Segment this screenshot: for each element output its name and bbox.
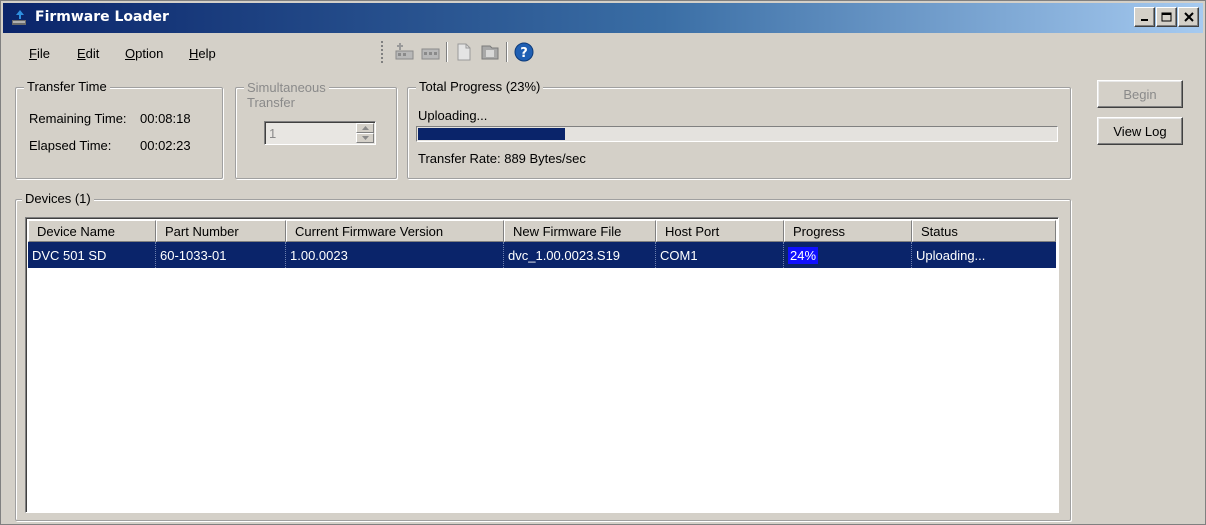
remaining-time-value: 00:08:18 [140,111,191,126]
column-device-name[interactable]: Device Name [28,220,156,242]
remove-device-button[interactable] [417,40,443,64]
firmware-loader-window: Firmware Loader File Edit Option Help ? … [0,0,1206,525]
app-icon [12,10,26,25]
transfer-time-legend: Transfer Time [24,79,110,94]
menu-edit[interactable]: Edit [77,46,99,61]
column-host-port[interactable]: Host Port [656,220,784,242]
menu-option[interactable]: Option [125,46,163,61]
toolbar: ? [381,38,537,66]
devices-list[interactable]: Device Name Part Number Current Firmware… [25,217,1059,513]
svg-text:?: ? [520,46,528,61]
cell-part-number: 60-1033-01 [156,242,286,268]
title-bar[interactable]: Firmware Loader [3,3,1203,33]
devices-legend: Devices (1) [22,191,94,206]
cell-device-name: DVC 501 SD [28,242,156,268]
caption-buttons [1133,7,1199,29]
cell-progress: 24% [784,242,912,268]
simultaneous-transfer-legend: Simultaneous Transfer [244,80,329,110]
new-file-button[interactable] [451,40,477,64]
progress-status-text: Uploading... [418,108,488,123]
elapsed-time-value: 00:02:23 [140,138,191,153]
simultaneous-transfer-group: Simultaneous Transfer 1 [235,80,397,179]
window-title: Firmware Loader [35,9,169,25]
open-file-button[interactable] [477,40,503,64]
close-icon [1183,12,1194,22]
spinner-buttons [356,123,374,143]
spinner-down-button[interactable] [356,133,374,143]
column-status[interactable]: Status [912,220,1056,242]
cell-status: Uploading... [916,248,986,263]
view-log-button[interactable]: View Log [1097,117,1183,145]
toolbar-separator [506,42,508,62]
elapsed-time-label: Elapsed Time: [29,138,112,153]
table-row[interactable]: DVC 501 SD 60-1033-01 1.00.0023 dvc_1.00… [28,242,1056,268]
remaining-time-label: Remaining Time: [29,111,127,126]
column-part-number[interactable]: Part Number [156,220,286,242]
menu-file[interactable]: File [29,46,50,61]
chevron-down-icon [361,136,369,140]
transfer-rate-text: Transfer Rate: 889 Bytes/sec [418,151,586,166]
spinner-value: 1 [269,126,277,141]
help-icon: ? [514,42,534,62]
total-progress-group: Total Progress (23%) Uploading... Transf… [407,79,1071,179]
begin-button[interactable]: Begin [1097,80,1183,108]
remove-device-icon [421,48,440,60]
column-current-firmware-version[interactable]: Current Firmware Version [286,220,504,242]
menu-bar: File Edit Option Help [3,35,1203,69]
add-device-button[interactable] [391,40,417,64]
total-progress-fill [418,128,565,140]
cell-new-firmware-file: dvc_1.00.0023.S19 [504,242,656,268]
transfer-time-group: Transfer Time Remaining Time: 00:08:18 E… [15,79,223,179]
help-button[interactable]: ? [511,40,537,64]
new-file-icon [457,43,471,61]
progress-percent: 24% [788,247,819,264]
devices-list-header: Device Name Part Number Current Firmware… [28,220,1056,242]
add-device-icon [395,43,414,60]
column-progress[interactable]: Progress [784,220,912,242]
close-button[interactable] [1178,7,1199,27]
toolbar-separator [446,42,448,62]
total-progress-bar [416,126,1058,142]
column-new-firmware-file[interactable]: New Firmware File [504,220,656,242]
simultaneous-transfer-spinner[interactable]: 1 [264,121,376,145]
open-file-icon [481,45,499,60]
spinner-up-button[interactable] [356,123,374,133]
cell-current-firmware-version: 1.00.0023 [286,242,504,268]
chevron-up-icon [361,126,369,130]
menu-help[interactable]: Help [189,46,216,61]
maximize-button[interactable] [1156,7,1177,27]
minimize-button[interactable] [1134,7,1155,27]
maximize-icon [1161,12,1172,22]
total-progress-legend: Total Progress (23%) [416,79,544,94]
cell-host-port: COM1 [656,242,784,268]
toolbar-grip[interactable] [381,41,385,63]
minimize-icon [1140,19,1148,21]
